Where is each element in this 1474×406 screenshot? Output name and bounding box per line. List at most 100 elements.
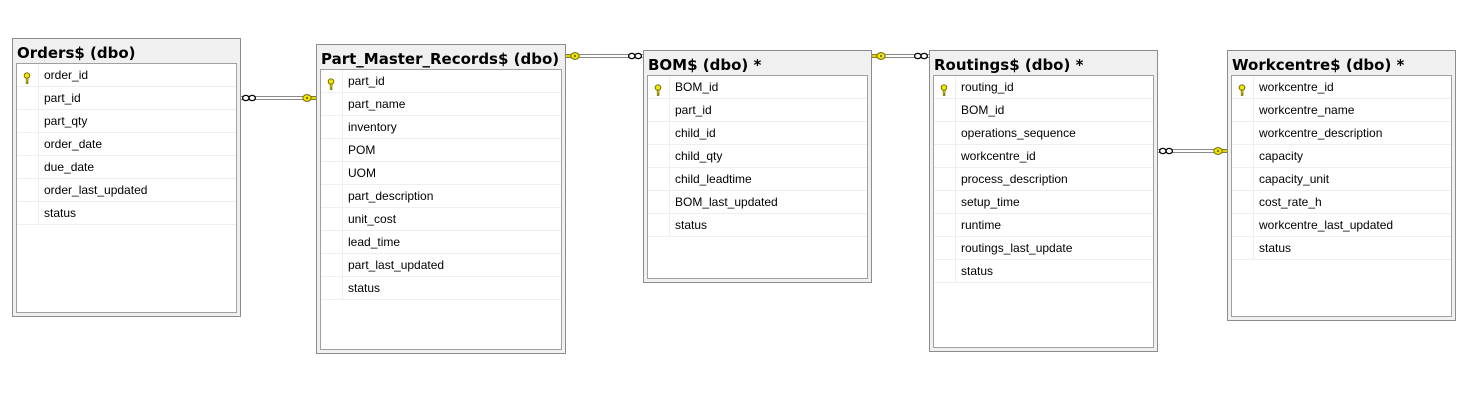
infinity-icon xyxy=(913,52,929,60)
table-routings[interactable]: Routings$ (dbo) * routing_id BOM_id operat… xyxy=(929,50,1158,352)
row-selector[interactable] xyxy=(648,214,670,236)
row-selector[interactable] xyxy=(17,133,39,155)
column-row[interactable]: status xyxy=(17,202,236,225)
column-row[interactable]: UOM xyxy=(321,162,561,185)
row-selector[interactable] xyxy=(934,168,956,190)
column-row[interactable]: part_qty xyxy=(17,110,236,133)
column-row[interactable]: part_name xyxy=(321,93,561,116)
row-selector[interactable] xyxy=(321,93,343,115)
row-selector[interactable] xyxy=(934,145,956,167)
row-selector[interactable] xyxy=(934,214,956,236)
row-selector[interactable] xyxy=(321,162,343,184)
column-row[interactable]: workcentre_last_updated xyxy=(1232,214,1451,237)
row-selector[interactable] xyxy=(648,191,670,213)
row-selector[interactable] xyxy=(1232,168,1254,190)
row-selector[interactable] xyxy=(321,139,343,161)
column-row[interactable]: capacity_unit xyxy=(1232,168,1451,191)
column-row[interactable]: workcentre_description xyxy=(1232,122,1451,145)
column-row[interactable]: routings_last_update xyxy=(934,237,1153,260)
row-selector[interactable] xyxy=(17,64,39,86)
column-row[interactable]: part_id xyxy=(17,87,236,110)
row-selector[interactable] xyxy=(648,76,670,98)
row-selector[interactable] xyxy=(1232,76,1254,98)
row-selector[interactable] xyxy=(934,237,956,259)
column-row[interactable]: BOM_last_updated xyxy=(648,191,867,214)
column-row[interactable]: BOM_id xyxy=(648,76,867,99)
row-selector[interactable] xyxy=(1232,237,1254,259)
relationship-connector[interactable] xyxy=(870,52,929,60)
column-row[interactable]: order_date xyxy=(17,133,236,156)
relationship-connector[interactable] xyxy=(564,52,643,60)
row-selector[interactable] xyxy=(17,202,39,224)
row-selector[interactable] xyxy=(1232,191,1254,213)
column-row[interactable]: BOM_id xyxy=(934,99,1153,122)
column-row[interactable]: operations_sequence xyxy=(934,122,1153,145)
column-row[interactable]: status xyxy=(648,214,867,237)
table-title[interactable]: Orders$ (dbo) xyxy=(13,39,240,63)
column-row[interactable]: order_last_updated xyxy=(17,179,236,202)
row-selector[interactable] xyxy=(17,179,39,201)
column-row[interactable]: child_qty xyxy=(648,145,867,168)
row-selector[interactable] xyxy=(934,191,956,213)
column-row[interactable]: routing_id xyxy=(934,76,1153,99)
relationship-connector[interactable] xyxy=(1158,147,1229,155)
column-row[interactable]: POM xyxy=(321,139,561,162)
column-row[interactable]: child_leadtime xyxy=(648,168,867,191)
row-selector[interactable] xyxy=(1232,145,1254,167)
column-name: process_description xyxy=(961,172,1068,186)
table-bom[interactable]: BOM$ (dbo) * BOM_id part_id child_id child_… xyxy=(643,50,872,283)
row-selector[interactable] xyxy=(1232,214,1254,236)
primary-key-icon xyxy=(1237,81,1247,96)
row-selector[interactable] xyxy=(1232,99,1254,121)
table-title[interactable]: Part_Master_Records$ (dbo) * xyxy=(317,45,565,69)
column-row[interactable]: order_id xyxy=(17,64,236,87)
row-selector[interactable] xyxy=(17,156,39,178)
table-title[interactable]: BOM$ (dbo) * xyxy=(644,51,871,75)
column-row[interactable]: status xyxy=(934,260,1153,283)
column-name: workcentre_last_updated xyxy=(1259,218,1394,232)
column-row[interactable]: unit_cost xyxy=(321,208,561,231)
column-row[interactable]: capacity xyxy=(1232,145,1451,168)
column-row[interactable]: part_last_updated xyxy=(321,254,561,277)
row-selector[interactable] xyxy=(648,145,670,167)
row-selector[interactable] xyxy=(321,277,343,299)
row-selector[interactable] xyxy=(934,122,956,144)
table-title[interactable]: Routings$ (dbo) * xyxy=(930,51,1157,75)
row-selector[interactable] xyxy=(934,99,956,121)
column-row[interactable]: status xyxy=(321,277,561,300)
column-row[interactable]: lead_time xyxy=(321,231,561,254)
column-row[interactable]: workcentre_name xyxy=(1232,99,1451,122)
row-selector[interactable] xyxy=(321,231,343,253)
row-selector[interactable] xyxy=(321,116,343,138)
table-orders[interactable]: Orders$ (dbo) order_id part_id part_qty ord… xyxy=(12,38,241,317)
column-row[interactable]: status xyxy=(1232,237,1451,260)
row-selector[interactable] xyxy=(1232,122,1254,144)
table-title[interactable]: Workcentre$ (dbo) * xyxy=(1228,51,1455,75)
column-row[interactable]: workcentre_id xyxy=(934,145,1153,168)
column-row[interactable]: part_id xyxy=(321,70,561,93)
column-row[interactable]: cost_rate_h xyxy=(1232,191,1451,214)
column-row[interactable]: setup_time xyxy=(934,191,1153,214)
row-selector[interactable] xyxy=(321,185,343,207)
row-selector[interactable] xyxy=(648,99,670,121)
column-row[interactable]: child_id xyxy=(648,122,867,145)
row-selector[interactable] xyxy=(321,254,343,276)
column-row[interactable]: process_description xyxy=(934,168,1153,191)
row-selector[interactable] xyxy=(17,110,39,132)
table-workcentre[interactable]: Workcentre$ (dbo) * workcentre_id workcen… xyxy=(1227,50,1456,321)
column-row[interactable]: part_description xyxy=(321,185,561,208)
column-row[interactable]: runtime xyxy=(934,214,1153,237)
row-selector[interactable] xyxy=(321,208,343,230)
column-row[interactable]: inventory xyxy=(321,116,561,139)
row-selector[interactable] xyxy=(321,70,343,92)
column-row[interactable]: part_id xyxy=(648,99,867,122)
row-selector[interactable] xyxy=(934,260,956,282)
relationship-connector[interactable] xyxy=(241,94,318,102)
row-selector[interactable] xyxy=(934,76,956,98)
row-selector[interactable] xyxy=(648,122,670,144)
column-row[interactable]: due_date xyxy=(17,156,236,179)
table-part-master-records[interactable]: Part_Master_Records$ (dbo) * part_id part… xyxy=(316,44,566,354)
row-selector[interactable] xyxy=(648,168,670,190)
row-selector[interactable] xyxy=(17,87,39,109)
column-row[interactable]: workcentre_id xyxy=(1232,76,1451,99)
